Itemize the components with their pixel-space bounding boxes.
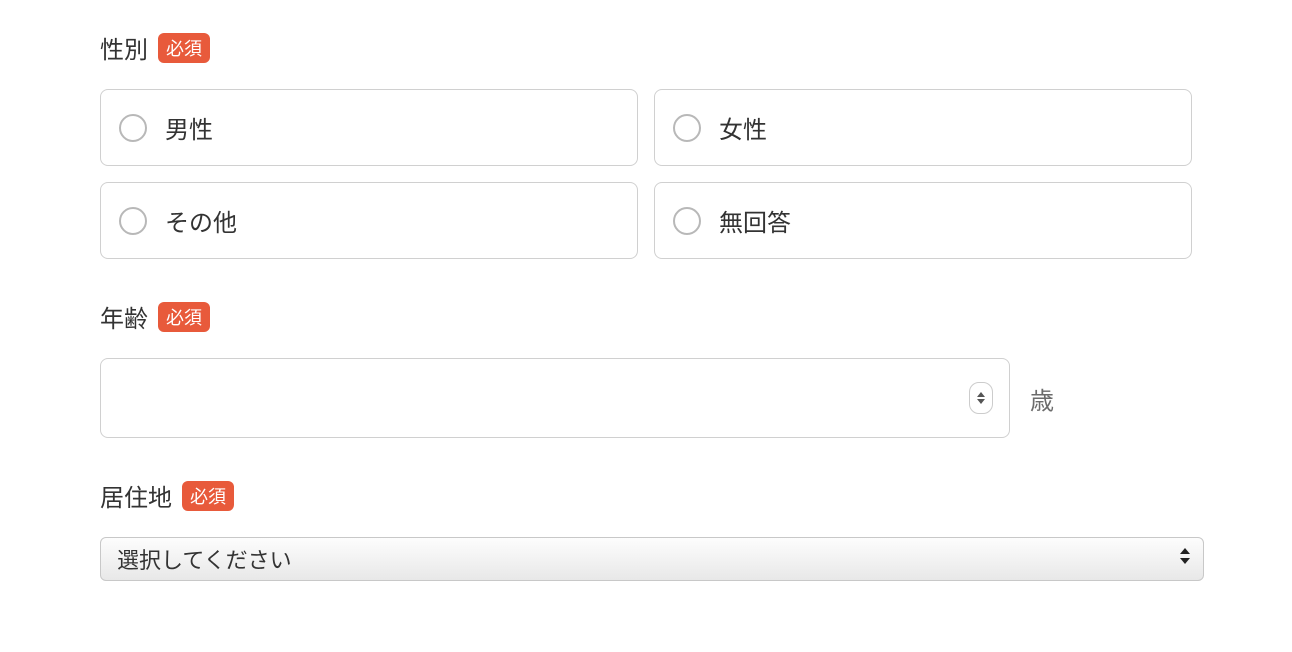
gender-section: 性別 必須 男性 女性 その他 無回答 [100,30,1192,259]
gender-option-no-answer[interactable]: 無回答 [654,182,1192,259]
residence-section: 居住地 必須 選択してください [100,478,1192,581]
age-input[interactable] [121,384,949,412]
gender-option-female[interactable]: 女性 [654,89,1192,166]
residence-select-wrapper: 選択してください [100,537,1204,581]
radio-icon [673,114,701,142]
radio-icon [119,114,147,142]
age-section: 年齢 必須 歳 [100,299,1192,438]
radio-label: 無回答 [719,203,791,238]
radio-label: 男性 [165,110,213,145]
radio-label: その他 [165,203,237,238]
required-badge: 必須 [158,33,210,63]
required-badge: 必須 [158,302,210,332]
gender-option-male[interactable]: 男性 [100,89,638,166]
residence-label: 居住地 [100,478,172,513]
age-label-row: 年齢 必須 [100,299,1192,334]
gender-label: 性別 [100,30,148,65]
required-badge: 必須 [182,481,234,511]
radio-label: 女性 [719,110,767,145]
gender-option-other[interactable]: その他 [100,182,638,259]
age-unit-label: 歳 [1030,381,1054,416]
age-input-row: 歳 [100,358,1192,438]
gender-radio-grid: 男性 女性 その他 無回答 [100,89,1192,259]
gender-label-row: 性別 必須 [100,30,1192,65]
radio-icon [673,207,701,235]
residence-select[interactable]: 選択してください [100,537,1204,581]
number-stepper-icon[interactable] [969,382,993,414]
residence-label-row: 居住地 必須 [100,478,1192,513]
age-label: 年齢 [100,299,148,334]
select-placeholder: 選択してください [117,543,292,575]
age-input-wrapper [100,358,1010,438]
radio-icon [119,207,147,235]
